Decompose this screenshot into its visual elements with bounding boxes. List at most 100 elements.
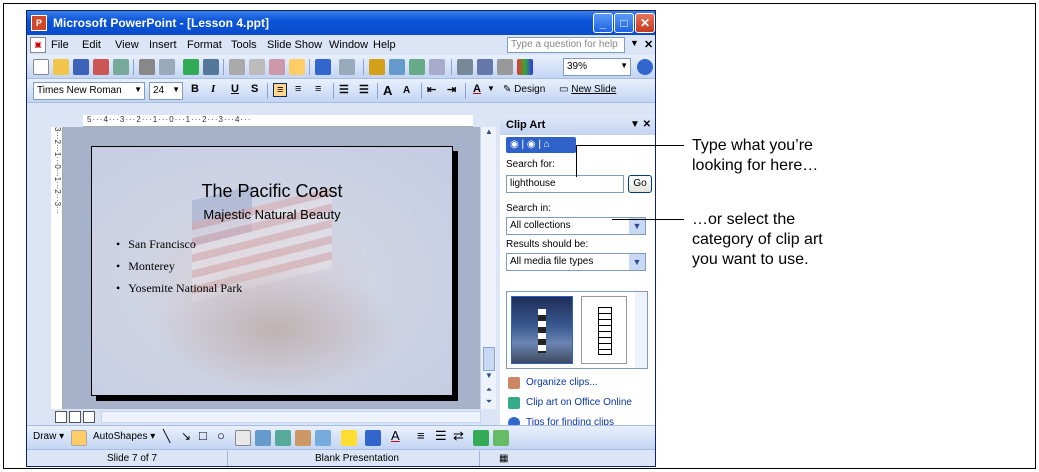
organize-clips-link[interactable]: Organize clips... [526, 377, 598, 388]
font-name-select[interactable]: Times New Roman ▼ [33, 82, 145, 100]
hyperlink-icon[interactable] [429, 59, 445, 75]
select-objects-icon[interactable] [71, 430, 87, 446]
menu-slide-show[interactable]: Slide Show [267, 39, 322, 51]
research-icon[interactable] [203, 59, 219, 75]
bold-button[interactable]: B [191, 83, 199, 95]
close-button[interactable]: ✕ [635, 13, 655, 33]
slide-canvas[interactable]: The Pacific Coast Majestic Natural Beaut… [91, 146, 453, 396]
arrow-tool-icon[interactable]: ↘ [181, 429, 191, 443]
redo-icon[interactable] [339, 59, 355, 75]
chevron-down-icon[interactable]: ▼ [629, 254, 645, 270]
font-size-select[interactable]: 24 ▼ [149, 82, 183, 100]
align-left-icon[interactable]: ≡ [273, 83, 288, 97]
shadow-style-icon[interactable] [473, 430, 489, 446]
color-grayscale-icon[interactable] [517, 59, 533, 75]
increase-indent-icon[interactable]: ⇥ [447, 83, 456, 96]
normal-view-icon[interactable] [55, 411, 67, 423]
insert-table-icon[interactable] [389, 59, 405, 75]
expand-all-icon[interactable] [457, 59, 473, 75]
menu-window[interactable]: Window [329, 39, 368, 51]
decrease-font-size-button[interactable]: A [403, 85, 410, 96]
go-button[interactable]: Go [628, 175, 652, 193]
arrow-style-icon[interactable]: ⇄ [453, 428, 464, 444]
picture-icon[interactable] [315, 430, 331, 446]
maximize-button[interactable]: □ [614, 13, 634, 33]
scroll-down-icon[interactable]: ▼ [481, 371, 497, 385]
back-icon[interactable]: ◉ [510, 139, 519, 150]
scroll-up-icon[interactable]: ▲ [481, 127, 497, 141]
chevron-down-icon[interactable]: ▼ [629, 218, 645, 234]
align-right-icon[interactable]: ≡ [315, 83, 321, 95]
design-button[interactable]: ✎ Design [503, 84, 545, 95]
permission-icon[interactable] [93, 59, 109, 75]
menu-format[interactable]: Format [187, 39, 222, 51]
underline-button[interactable]: U [231, 83, 239, 95]
insert-chart-icon[interactable] [369, 59, 385, 75]
menu-tools[interactable]: Tools [231, 39, 257, 51]
rectangle-tool-icon[interactable]: □ [199, 428, 207, 443]
chevron-down-icon[interactable]: ▼ [487, 84, 495, 93]
show-formatting-icon[interactable] [477, 59, 493, 75]
diagram-icon[interactable] [275, 430, 291, 446]
draw-menu-button[interactable]: Draw ▾ [33, 431, 64, 442]
3d-style-icon[interactable] [493, 430, 509, 446]
numbering-icon[interactable]: ☰ [339, 83, 349, 96]
oval-tool-icon[interactable]: ○ [217, 428, 225, 443]
bullet-list[interactable]: San Francisco Monterey Yosemite National… [116, 237, 242, 303]
close-document-icon[interactable]: ✕ [644, 38, 653, 51]
menu-edit[interactable]: Edit [82, 39, 101, 51]
print-icon[interactable] [139, 59, 155, 75]
email-icon[interactable] [113, 59, 129, 75]
shadow-button[interactable]: S [251, 83, 258, 95]
autoshapes-menu-button[interactable]: AutoShapes ▾ [93, 431, 155, 442]
increase-font-size-button[interactable]: A [383, 83, 392, 98]
tables-borders-icon[interactable] [409, 59, 425, 75]
line-style-icon[interactable]: ≡ [417, 428, 425, 443]
slide-show-icon[interactable] [83, 411, 95, 423]
copy-icon[interactable] [249, 59, 265, 75]
wordart-icon[interactable] [255, 430, 271, 446]
zoom-select[interactable]: 39% ▼ [563, 58, 631, 76]
vertical-scrollbar[interactable]: ▲ ▼ ⏶ ⏷ [480, 127, 496, 409]
format-painter-icon[interactable] [289, 59, 305, 75]
search-input[interactable]: lighthouse [506, 175, 624, 193]
home-icon[interactable]: ⌂ [544, 139, 550, 150]
clip-art-icon[interactable] [295, 430, 311, 446]
lighthouse-photo-thumbnail[interactable] [511, 296, 573, 364]
slide-subtitle[interactable]: Majestic Natural Beauty [92, 207, 452, 222]
lighthouse-clipart-thumbnail[interactable] [581, 296, 627, 364]
bullets-icon[interactable]: ☰ [359, 83, 369, 96]
paste-icon[interactable] [269, 59, 285, 75]
menu-view[interactable]: View [115, 39, 139, 51]
dash-style-icon[interactable]: ☰ [435, 428, 447, 444]
task-pane-controls[interactable]: ▼ ✕ [630, 119, 651, 130]
text-box-icon[interactable] [235, 430, 251, 446]
results-type-select[interactable]: All media file types ▼ [506, 253, 646, 271]
slide-sorter-icon[interactable] [69, 411, 81, 423]
menu-file[interactable]: File [51, 39, 69, 51]
forward-icon[interactable]: ◉ [527, 139, 536, 150]
line-tool-icon[interactable]: ╲ [163, 429, 170, 443]
open-icon[interactable] [53, 59, 69, 75]
decrease-indent-icon[interactable]: ⇤ [427, 83, 436, 96]
grid-icon[interactable] [497, 59, 513, 75]
cut-icon[interactable] [229, 59, 245, 75]
fill-color-icon[interactable] [341, 430, 357, 446]
slide-title[interactable]: The Pacific Coast [92, 181, 452, 202]
menu-help[interactable]: Help [373, 39, 396, 51]
line-color-icon[interactable] [365, 430, 381, 446]
scroll-thumb[interactable] [483, 347, 495, 371]
print-preview-icon[interactable] [159, 59, 175, 75]
minimize-button[interactable]: _ [593, 13, 613, 33]
spelling-icon[interactable] [183, 59, 199, 75]
new-icon[interactable] [33, 59, 49, 75]
help-icon[interactable] [637, 59, 653, 75]
horizontal-scrollbar[interactable] [101, 411, 481, 423]
menu-insert[interactable]: Insert [149, 39, 177, 51]
chevron-down-icon[interactable]: ▼ [630, 38, 639, 48]
font-color-icon[interactable]: A [391, 428, 400, 443]
results-scrollbar[interactable] [635, 292, 647, 368]
save-icon[interactable] [73, 59, 89, 75]
align-center-icon[interactable]: ≡ [295, 83, 301, 95]
italic-button[interactable]: I [211, 83, 215, 95]
